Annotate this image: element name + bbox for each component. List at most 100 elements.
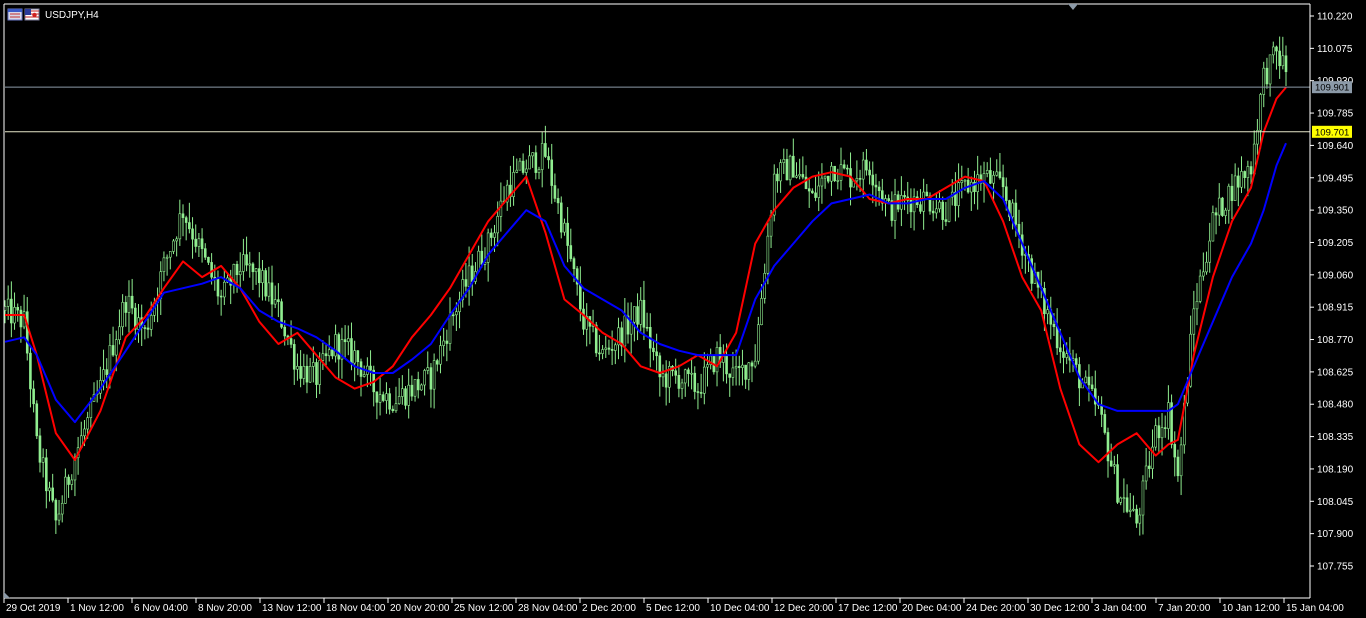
candle-body bbox=[550, 159, 554, 186]
candle-body bbox=[172, 240, 175, 252]
candle-body bbox=[1265, 67, 1269, 85]
candle-body bbox=[470, 265, 474, 282]
candle-body bbox=[305, 365, 309, 383]
candle-body bbox=[337, 334, 341, 360]
candle-body bbox=[1059, 347, 1062, 353]
candle-body bbox=[289, 338, 293, 345]
candle-body bbox=[1173, 444, 1177, 458]
candle-body bbox=[264, 270, 267, 297]
candle-body bbox=[703, 366, 706, 394]
candle-body bbox=[302, 365, 306, 379]
y-tick-label: 107.900 bbox=[1317, 529, 1354, 540]
candle-body bbox=[887, 198, 890, 201]
candle-body bbox=[254, 268, 258, 273]
candle-body bbox=[73, 457, 77, 481]
candle-body bbox=[604, 347, 608, 350]
candle-body bbox=[401, 388, 404, 397]
candle-body bbox=[413, 379, 417, 397]
candle-body bbox=[607, 347, 611, 350]
candle-body bbox=[248, 263, 252, 266]
candle-body bbox=[1116, 464, 1119, 503]
candle-body bbox=[277, 299, 280, 302]
candle-body bbox=[569, 245, 573, 259]
candle-body bbox=[143, 327, 147, 329]
candle-body bbox=[788, 155, 792, 181]
candle-body bbox=[715, 347, 719, 373]
candle-body bbox=[1211, 212, 1215, 242]
candle-body bbox=[1278, 50, 1281, 67]
candle-body bbox=[188, 222, 191, 230]
candle-body bbox=[38, 435, 42, 463]
candle-body bbox=[175, 238, 178, 242]
candle-body bbox=[32, 388, 35, 405]
candle-body bbox=[820, 177, 824, 187]
candle-body bbox=[451, 314, 455, 317]
candle-body bbox=[757, 324, 760, 362]
candle-body bbox=[919, 204, 922, 212]
candle-body bbox=[149, 315, 153, 330]
candle-body bbox=[661, 373, 665, 378]
candle-body bbox=[343, 339, 347, 343]
candle-body bbox=[1179, 444, 1183, 477]
candle-body bbox=[868, 169, 871, 176]
chart-background bbox=[0, 0, 1366, 618]
candle-body bbox=[219, 295, 223, 298]
x-tick-label: 20 Dec 04:00 bbox=[902, 603, 962, 614]
candle-body bbox=[1271, 46, 1275, 56]
candle-body bbox=[537, 169, 541, 173]
candle-body bbox=[480, 250, 484, 265]
candle-body bbox=[540, 143, 544, 170]
candle-body bbox=[442, 340, 445, 346]
candle-body bbox=[572, 258, 576, 270]
candle-body bbox=[1217, 197, 1221, 216]
x-tick-label: 17 Dec 12:00 bbox=[838, 603, 898, 614]
candle-body bbox=[963, 179, 967, 182]
candle-body bbox=[636, 306, 639, 325]
x-tick-label: 13 Nov 12:00 bbox=[262, 603, 322, 614]
x-tick-label: 6 Nov 04:00 bbox=[134, 603, 188, 614]
candle-body bbox=[1132, 508, 1135, 511]
candle-body bbox=[1157, 425, 1161, 439]
candle-body bbox=[1214, 212, 1218, 216]
window-icon[interactable] bbox=[7, 8, 23, 21]
candle-body bbox=[1090, 384, 1094, 389]
x-tick-label: 28 Nov 04:00 bbox=[518, 603, 578, 614]
candle-body bbox=[423, 370, 426, 386]
candle-body bbox=[1062, 351, 1065, 358]
candle-body bbox=[261, 270, 264, 284]
candle-body bbox=[601, 349, 604, 354]
candle-body bbox=[801, 174, 805, 178]
candle-body bbox=[1221, 197, 1224, 216]
candle-body bbox=[985, 170, 989, 174]
candle-body bbox=[327, 349, 331, 357]
candle-body bbox=[652, 347, 655, 353]
candle-body bbox=[1262, 67, 1266, 95]
candle-body bbox=[598, 352, 601, 355]
candle-body bbox=[645, 326, 649, 329]
candle-body bbox=[696, 391, 700, 393]
x-tick-label: 10 Jan 12:00 bbox=[1222, 603, 1280, 614]
candle-body bbox=[1224, 209, 1227, 216]
candle-body bbox=[680, 382, 684, 389]
candle-body bbox=[245, 254, 248, 266]
candle-body bbox=[1138, 514, 1142, 524]
candle-body bbox=[1281, 55, 1285, 67]
candle-body bbox=[1195, 301, 1199, 310]
candle-body bbox=[146, 327, 150, 330]
candle-body bbox=[566, 222, 569, 246]
candle-body bbox=[292, 344, 296, 370]
candle-body bbox=[89, 401, 93, 419]
candle-body bbox=[114, 339, 118, 356]
candle-body bbox=[416, 379, 420, 391]
candle-body bbox=[1113, 464, 1116, 467]
x-tick-label: 8 Nov 20:00 bbox=[198, 603, 252, 614]
candle-body bbox=[782, 159, 786, 163]
y-tick-label: 108.190 bbox=[1317, 464, 1354, 475]
candle-body bbox=[817, 185, 821, 198]
candle-body bbox=[706, 364, 709, 368]
candle-body bbox=[699, 392, 703, 394]
candle bbox=[280, 298, 283, 329]
candle-body bbox=[1205, 261, 1208, 273]
candle-body bbox=[1087, 376, 1091, 386]
candle-body bbox=[184, 217, 188, 223]
